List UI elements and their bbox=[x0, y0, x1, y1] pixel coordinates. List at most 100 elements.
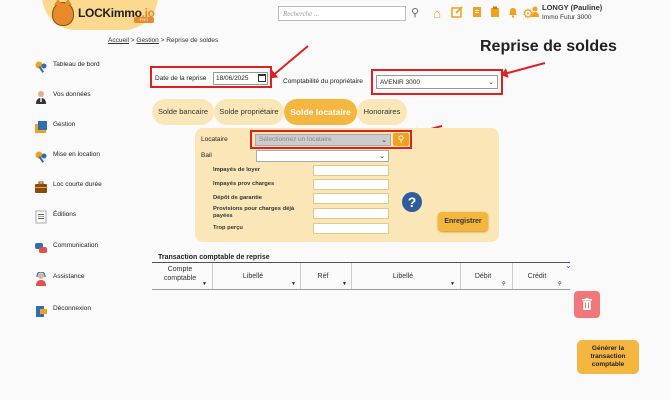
sort-arrow-icon[interactable]: ▼ bbox=[291, 281, 296, 287]
keys-icon bbox=[34, 60, 48, 74]
locataire-search-button[interactable]: ⚲ bbox=[393, 133, 409, 146]
help-icon[interactable]: ? bbox=[402, 192, 422, 212]
document-icon[interactable] bbox=[470, 6, 484, 22]
home-icon[interactable]: ⌂ bbox=[430, 6, 444, 22]
sort-arrow-icon[interactable]: ▼ bbox=[342, 281, 347, 287]
user-icon[interactable] bbox=[530, 6, 540, 22]
sidebar-item-editions[interactable]: Éditions bbox=[30, 208, 140, 226]
locataire-label: Locataire bbox=[201, 136, 228, 143]
impayes-loyer-input[interactable] bbox=[313, 165, 389, 176]
sidebar-item-label: Gestion bbox=[53, 121, 76, 128]
calendar-icon[interactable] bbox=[258, 74, 266, 82]
search-input[interactable]: Recherche ... bbox=[278, 6, 406, 21]
sidebar-item-label: Déconnexion bbox=[53, 305, 91, 312]
trash-icon bbox=[582, 298, 592, 310]
sidebar-item-dashboard[interactable]: Tableau de bord bbox=[30, 58, 140, 76]
person-icon bbox=[34, 90, 48, 104]
sort-arrow-icon[interactable]: ▼ bbox=[202, 281, 207, 287]
breadcrumb: Accueil > Gestion > Reprise de soldes bbox=[108, 37, 219, 44]
column-header-libelle[interactable]: Libellé bbox=[214, 272, 292, 281]
divider bbox=[152, 289, 570, 290]
search-icon: ⚲ bbox=[397, 134, 405, 144]
provisions-charges-input[interactable] bbox=[313, 208, 389, 219]
delete-button[interactable] bbox=[574, 291, 600, 318]
sidebar-item-deconnexion[interactable]: Déconnexion bbox=[30, 302, 140, 320]
logout-icon bbox=[34, 304, 48, 318]
column-header-debit[interactable]: Débit bbox=[462, 272, 504, 281]
support-icon bbox=[34, 271, 48, 286]
breadcrumb-current: Reprise de soldes bbox=[166, 37, 219, 44]
page-title: Reprise de soldes bbox=[480, 38, 617, 55]
keys-icon bbox=[34, 150, 48, 164]
trop-percu-input[interactable] bbox=[313, 223, 389, 234]
search-icon[interactable]: ⚲ bbox=[558, 281, 562, 287]
tab-solde-locataire[interactable]: Solde locataire bbox=[284, 99, 357, 125]
chevron-down-icon: ⌄ bbox=[381, 137, 387, 144]
column-header-ref[interactable]: Réf bbox=[302, 272, 344, 281]
save-button[interactable]: Enregistrer bbox=[438, 212, 488, 231]
folder-icon bbox=[34, 120, 48, 134]
app-header: LOCKimmo.io PRO Recherche ... ⚲ ⌂ ⚙ LONG… bbox=[0, 0, 670, 30]
generate-transaction-button[interactable]: Générer la transaction comptable bbox=[577, 340, 639, 374]
tab-solde-proprietaire[interactable]: Solde propriétaire bbox=[214, 99, 284, 125]
bail-label: Bail bbox=[201, 152, 212, 159]
divider bbox=[152, 262, 570, 263]
suitcase-icon bbox=[34, 180, 48, 194]
breadcrumb-section[interactable]: Gestion bbox=[136, 37, 158, 44]
bail-select[interactable]: ⌄ bbox=[256, 150, 389, 162]
field-label-depot-garantie: Dépôt de garantie bbox=[213, 195, 262, 201]
date-label: Date de la reprise bbox=[155, 75, 207, 82]
column-separator bbox=[460, 263, 461, 289]
chevron-down-icon[interactable]: ⌄ bbox=[565, 261, 572, 270]
sidebar-item-label: Mise en location bbox=[53, 151, 100, 158]
sidebar-item-label: Loc courte durée bbox=[53, 181, 102, 188]
sidebar-item-label: Vos données bbox=[53, 91, 91, 98]
sort-arrow-icon[interactable]: ▼ bbox=[450, 281, 455, 287]
sidebar-item-label: Éditions bbox=[53, 211, 77, 218]
transaction-title: Transaction comptable de reprise bbox=[158, 254, 270, 261]
user-name[interactable]: LONGY (Pauline) bbox=[542, 3, 602, 12]
compta-label: Comptabilité du propriétaire bbox=[283, 78, 363, 85]
column-header-credit[interactable]: Crédit bbox=[514, 272, 560, 281]
logo-cat-icon bbox=[52, 0, 74, 26]
sidebar-item-communication[interactable]: Communication bbox=[30, 239, 140, 257]
field-label-impayes-charges: Impayés prov charges bbox=[213, 181, 275, 187]
clipboard-icon[interactable] bbox=[488, 6, 502, 22]
column-header-libelle-2[interactable]: Libellé bbox=[353, 272, 453, 281]
field-label-impayes-loyer: Impayés de loyer bbox=[213, 167, 261, 173]
field-label-trop-percu: Trop perçu bbox=[213, 225, 243, 231]
annotation-arrow bbox=[502, 62, 546, 76]
tab-solde-bancaire[interactable]: Solde bancaire bbox=[152, 99, 214, 125]
search-icon[interactable]: ⚲ bbox=[502, 281, 506, 287]
locataire-select[interactable]: Sélectionnez un locataire ⌄ bbox=[255, 134, 391, 146]
chevron-down-icon: ⌄ bbox=[488, 79, 494, 86]
bell-icon[interactable] bbox=[506, 6, 520, 22]
logo-tag: PRO bbox=[134, 17, 154, 23]
search-icon[interactable]: ⚲ bbox=[408, 6, 422, 21]
column-header-compte[interactable]: Compte comptable bbox=[158, 265, 202, 283]
sidebar-item-assistance[interactable]: Assistance bbox=[30, 270, 140, 288]
sidebar-item-label: Assistance bbox=[53, 273, 85, 280]
depot-garantie-input[interactable] bbox=[313, 193, 389, 204]
column-separator bbox=[212, 263, 213, 289]
compta-select[interactable]: AVENIR 3000 ⌄ bbox=[376, 75, 498, 89]
sidebar-item-gestion[interactable]: Gestion bbox=[30, 118, 140, 136]
sidebar-item-loc-courte-duree[interactable]: Loc courte durée bbox=[30, 178, 140, 196]
breadcrumb-home[interactable]: Accueil bbox=[108, 37, 129, 44]
sidebar-item-label: Communication bbox=[53, 242, 99, 249]
document-icon bbox=[34, 210, 48, 224]
field-label-provisions-charges: Provisions pour charges déjà payées bbox=[213, 206, 295, 219]
tab-honoraires[interactable]: Honoraires bbox=[357, 99, 407, 125]
chat-icon bbox=[34, 241, 48, 255]
chevron-down-icon: ⌄ bbox=[379, 153, 385, 160]
column-separator bbox=[512, 263, 513, 289]
sidebar-item-mise-en-location[interactable]: Mise en location bbox=[30, 148, 140, 166]
annotation-arrow bbox=[270, 45, 309, 78]
column-separator bbox=[300, 263, 301, 289]
column-separator bbox=[351, 263, 352, 289]
edit-icon[interactable] bbox=[450, 6, 464, 22]
user-organization: Immo Futur 3000 bbox=[542, 14, 592, 21]
impayes-charges-input[interactable] bbox=[313, 179, 389, 190]
sidebar-item-vos-donnees[interactable]: Vos données bbox=[30, 88, 140, 106]
sidebar-item-label: Tableau de bord bbox=[53, 61, 100, 68]
